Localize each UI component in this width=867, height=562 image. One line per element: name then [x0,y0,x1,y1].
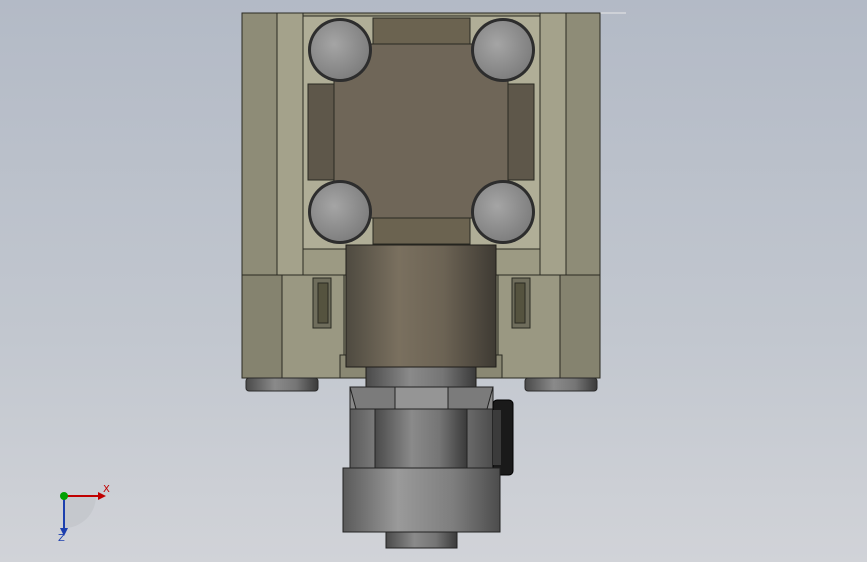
lower-assembly[interactable] [349,386,494,470]
bolt-bottom-left [308,180,372,244]
bolt-top-right [471,18,535,82]
side-knob[interactable] [492,399,514,476]
y-axis-dot [60,492,68,500]
triad-shadow [64,496,96,528]
cad-viewport[interactable]: X Z [0,0,867,562]
bolt-bottom-right [471,180,535,244]
x-axis-label: X [103,484,110,495]
center-cylinder[interactable] [345,244,497,388]
axis-triad: X Z [58,484,110,544]
foot-left [245,377,319,392]
z-axis-label: Z [58,533,65,544]
foot-right [524,377,598,392]
model-view[interactable] [0,0,867,562]
bottom-nut[interactable] [342,467,501,549]
bolt-top-left [308,18,372,82]
